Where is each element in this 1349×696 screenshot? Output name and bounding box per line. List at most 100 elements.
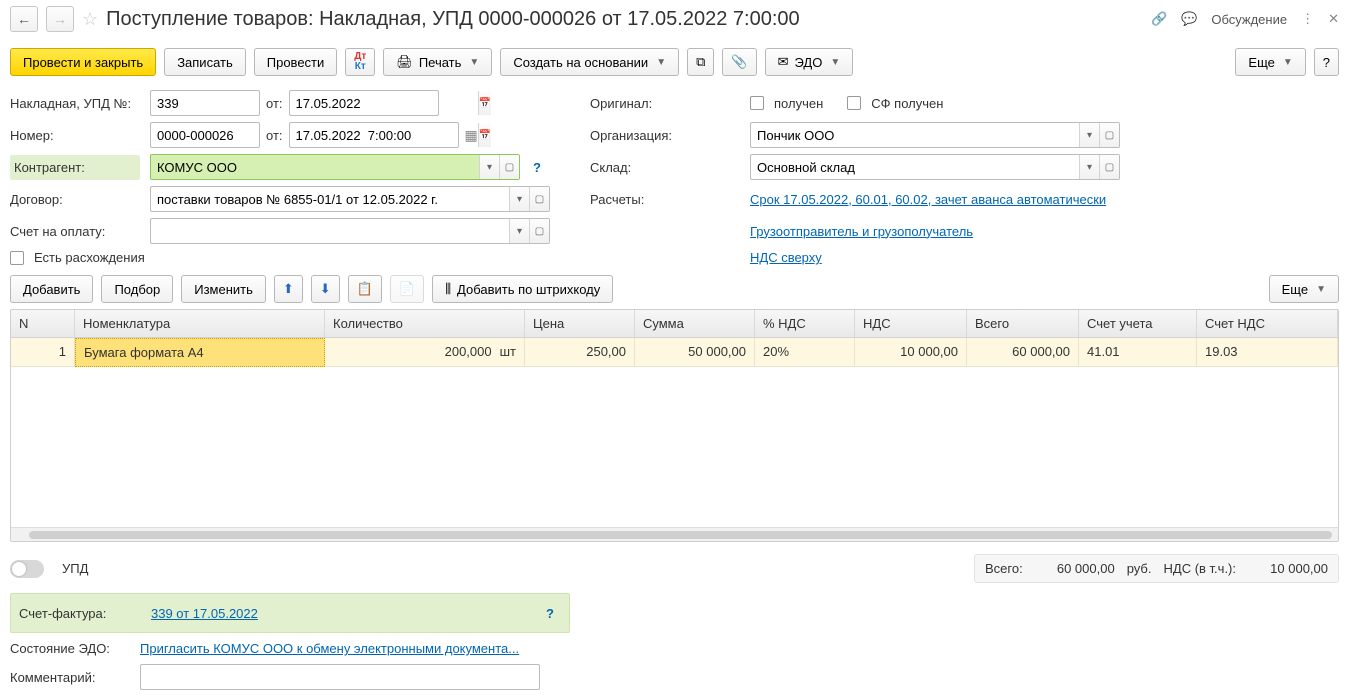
open-ref-icon[interactable]: ▢ xyxy=(499,155,519,179)
shipper-link[interactable]: Грузоотправитель и грузополучатель xyxy=(750,224,973,239)
number-input[interactable] xyxy=(150,122,260,148)
table-row[interactable]: 1 Бумага формата А4 200,000шт 250,00 50 … xyxy=(11,338,1338,367)
sf-received-checkbox[interactable] xyxy=(847,96,861,110)
table-empty-area[interactable] xyxy=(11,367,1338,527)
open-ref-icon[interactable]: ▢ xyxy=(1099,155,1119,179)
cell-n[interactable]: 1 xyxy=(11,338,75,367)
dt-kt-button[interactable]: ДтКт xyxy=(345,48,375,76)
calendar-icon[interactable]: 📅 xyxy=(478,123,491,147)
upd-toggle[interactable] xyxy=(10,560,44,578)
save-button[interactable]: Записать xyxy=(164,48,246,76)
open-ref-icon[interactable]: ▢ xyxy=(1099,123,1119,147)
kebab-menu-icon[interactable]: ⋮ xyxy=(1301,11,1314,27)
link-icon[interactable]: 🔗 xyxy=(1151,11,1167,27)
number-label: Номер: xyxy=(10,128,140,143)
col-vat[interactable]: НДС xyxy=(855,310,967,337)
copy-button[interactable]: 📋 xyxy=(348,275,382,303)
add-by-barcode-button[interactable]: ⫼Добавить по штрихкоду xyxy=(432,275,613,303)
edo-button[interactable]: ✉ЭДО▼ xyxy=(765,48,854,76)
help-button[interactable]: ? xyxy=(1314,48,1339,76)
bill-input[interactable] xyxy=(151,219,509,243)
col-total[interactable]: Всего xyxy=(967,310,1079,337)
comment-label: Комментарий: xyxy=(10,670,140,685)
toolbar-more-button[interactable]: Еще▼ xyxy=(1235,48,1305,76)
invoice-no-label: Накладная, УПД №: xyxy=(10,96,140,111)
warehouse-input[interactable] xyxy=(751,155,1079,179)
received-checkbox[interactable] xyxy=(750,96,764,110)
barcode-icon: ⫼ xyxy=(445,281,451,297)
sf-label: Счет-фактура: xyxy=(19,606,139,621)
cell-qty[interactable]: 200,000шт xyxy=(325,338,525,367)
counterparty-input[interactable] xyxy=(151,155,479,179)
nav-forward-button[interactable]: → xyxy=(46,6,74,32)
nav-back-button[interactable]: ← xyxy=(10,6,38,32)
dropdown-icon[interactable]: ▾ xyxy=(479,155,499,179)
discrepancies-label: Есть расхождения xyxy=(34,250,145,265)
total-value: 60 000,00 xyxy=(1035,561,1115,576)
attachments-button[interactable] xyxy=(722,48,756,76)
col-n[interactable]: N xyxy=(11,310,75,337)
open-ref-icon[interactable]: ▢ xyxy=(529,187,549,211)
post-and-close-button[interactable]: Провести и закрыть xyxy=(10,48,156,76)
sf-help-icon[interactable]: ? xyxy=(539,600,561,626)
cell-acct[interactable]: 41.01 xyxy=(1079,338,1197,367)
warehouse-label: Склад: xyxy=(590,160,740,175)
col-sum[interactable]: Сумма xyxy=(635,310,755,337)
discrepancies-checkbox[interactable] xyxy=(10,251,24,265)
org-label: Организация: xyxy=(590,128,740,143)
print-button[interactable]: Печать▼ xyxy=(383,48,492,76)
move-down-button[interactable]: ⬇ xyxy=(311,275,340,303)
table-header: N Номенклатура Количество Цена Сумма % Н… xyxy=(11,310,1338,338)
contract-input[interactable] xyxy=(151,187,509,211)
post-button[interactable]: Провести xyxy=(254,48,338,76)
close-icon[interactable]: ✕ xyxy=(1328,11,1339,27)
invoice-date-input[interactable] xyxy=(290,91,478,115)
edit-row-button[interactable]: Изменить xyxy=(181,275,266,303)
col-price[interactable]: Цена xyxy=(525,310,635,337)
col-vat-acct[interactable]: Счет НДС xyxy=(1197,310,1338,337)
edo-state-link[interactable]: Пригласить КОМУС ООО к обмену электронны… xyxy=(140,641,519,656)
cell-vat[interactable]: 10 000,00 xyxy=(855,338,967,367)
vat-mode-link[interactable]: НДС сверху xyxy=(750,250,822,265)
col-acct[interactable]: Счет учета xyxy=(1079,310,1197,337)
items-table[interactable]: N Номенклатура Количество Цена Сумма % Н… xyxy=(10,309,1339,542)
col-qty[interactable]: Количество xyxy=(325,310,525,337)
dropdown-icon[interactable]: ▾ xyxy=(1079,155,1099,179)
upd-label: УПД xyxy=(62,561,88,576)
discussion-label[interactable]: Обсуждение xyxy=(1211,12,1287,27)
invoice-no-input[interactable] xyxy=(150,90,260,116)
dropdown-icon[interactable]: ▾ xyxy=(509,219,529,243)
cell-sum[interactable]: 50 000,00 xyxy=(635,338,755,367)
cell-vat-pct[interactable]: 20% xyxy=(755,338,855,367)
favorite-star-icon[interactable]: ☆ xyxy=(82,9,98,30)
counterparty-help-icon[interactable]: ? xyxy=(526,154,548,180)
related-docs-button[interactable]: ⧉ xyxy=(687,48,714,76)
totals-panel: Всего: 60 000,00 руб. НДС (в т.ч.): 10 0… xyxy=(974,554,1339,583)
add-row-button[interactable]: Добавить xyxy=(10,275,93,303)
discussion-icon[interactable]: 💬 xyxy=(1181,11,1197,27)
move-up-button[interactable]: ⬆ xyxy=(274,275,303,303)
calc-link[interactable]: Срок 17.05.2022, 60.01, 60.02, зачет ава… xyxy=(750,192,1106,207)
pick-button[interactable]: Подбор xyxy=(101,275,173,303)
cell-item[interactable]: Бумага формата А4 xyxy=(75,338,325,367)
col-vat-pct[interactable]: % НДС xyxy=(755,310,855,337)
paste-button[interactable]: 📄 xyxy=(390,275,424,303)
create-based-on-button[interactable]: Создать на основании▼ xyxy=(500,48,679,76)
cell-price[interactable]: 250,00 xyxy=(525,338,635,367)
number-date-input[interactable] xyxy=(290,123,478,147)
table-more-button[interactable]: Еще▼ xyxy=(1269,275,1339,303)
sf-link[interactable]: 339 от 17.05.2022 xyxy=(151,606,258,621)
comment-input[interactable] xyxy=(140,664,540,690)
cell-total[interactable]: 60 000,00 xyxy=(967,338,1079,367)
dropdown-icon[interactable]: ▾ xyxy=(1079,123,1099,147)
calendar-icon[interactable]: 📅 xyxy=(478,91,491,115)
open-ref-icon[interactable]: ▢ xyxy=(529,219,549,243)
vat-total-label: НДС (в т.ч.): xyxy=(1164,561,1237,576)
document-mode-icon[interactable]: ▦ xyxy=(465,127,478,144)
horizontal-scrollbar[interactable] xyxy=(11,527,1338,541)
dropdown-icon[interactable]: ▾ xyxy=(509,187,529,211)
sf-received-label: СФ получен xyxy=(871,96,943,111)
cell-vat-acct[interactable]: 19.03 xyxy=(1197,338,1338,367)
col-item[interactable]: Номенклатура xyxy=(75,310,325,337)
org-input[interactable] xyxy=(751,123,1079,147)
